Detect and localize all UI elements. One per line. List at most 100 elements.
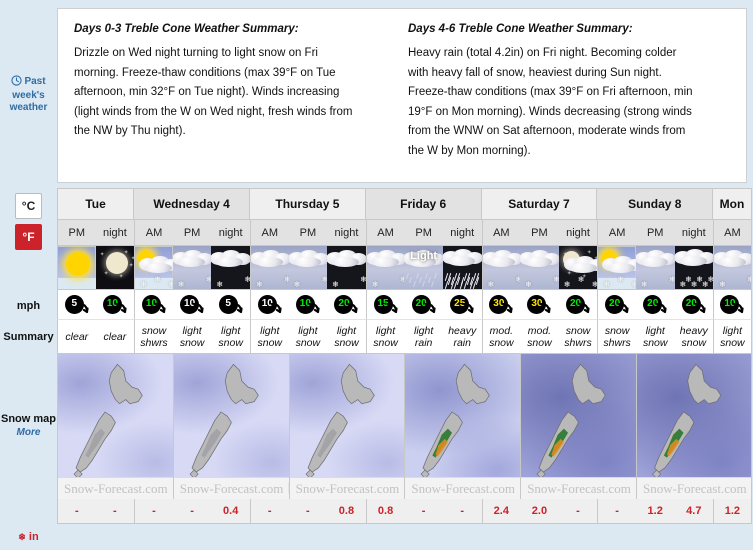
snow-map-cell[interactable]: Snow-Forecast.com — [57, 354, 173, 499]
snow-amount-value: 4.7 — [686, 505, 702, 517]
snow-amount-value: 1.2 — [647, 505, 663, 517]
cloud-shape — [568, 263, 597, 273]
precip-group: ❄❄❄ — [559, 273, 598, 289]
wind-speed-cell: 15 — [365, 290, 405, 320]
past-week-line2: week's — [12, 90, 45, 101]
past-weeks-weather-link[interactable]: Past week's weather — [0, 75, 57, 114]
summary-text-row: clear clear snow shwrs light snow light snow… — [57, 320, 753, 354]
wind-speed-cell: 25 — [442, 290, 482, 320]
weather-icon-cell: ❄❄ — [365, 246, 405, 290]
map-zoom-out-icon[interactable] — [751, 482, 752, 496]
wind-badge: 20 — [642, 294, 668, 316]
wind-badge: 10 — [257, 294, 283, 316]
time-of-day-label: AM — [493, 226, 510, 239]
precip-group: ❄❄❄ — [135, 273, 173, 289]
wind-badge: 30 — [526, 294, 552, 316]
brand-watermark: Snow-Forecast.com — [64, 480, 168, 496]
time-of-day-label: night — [334, 226, 359, 239]
brand-watermark: Snow-Forecast.com — [527, 480, 631, 496]
snow-amount-value: - — [306, 505, 310, 517]
condition-summary-cell: mod. snow — [520, 320, 559, 354]
unit-celsius-button[interactable]: °C — [15, 193, 42, 219]
time-of-day-label: night — [102, 226, 127, 239]
wind-badge: 10 — [295, 294, 321, 316]
wind-badge: 20 — [604, 294, 630, 316]
snow-map-cell[interactable]: Snow-Forecast.com — [520, 354, 636, 499]
map-footer: Snow-Forecast.com — [405, 477, 521, 499]
snow-map-cell[interactable]: Snow-Forecast.com — [404, 354, 521, 499]
condition-summary-cell: heavy snow — [674, 320, 714, 354]
unit-fahrenheit-button[interactable]: °F — [15, 224, 42, 250]
day-header-4[interactable]: Saturday 7 — [481, 188, 598, 220]
time-of-day-label: night — [681, 226, 706, 239]
snow-map-cell[interactable]: Snow-Forecast.com — [288, 354, 405, 499]
snow-amount-cell: - — [597, 499, 636, 524]
wind-badge: 15 — [373, 294, 399, 316]
snow-amount-value: 1.2 — [724, 505, 741, 517]
condition-summary-cell: light snow — [365, 320, 405, 354]
day-header-2[interactable]: Thursday 5 — [249, 188, 366, 220]
day-header-0[interactable]: Tue — [57, 188, 135, 220]
wind-speed-cell: 10 — [249, 290, 289, 320]
snow-amount-cell: 0.4 — [211, 499, 250, 524]
day-header-5[interactable]: Sunday 8 — [597, 188, 714, 220]
summary-days-0-3-body: Drizzle on Wed night turning to light sn… — [74, 47, 353, 137]
snowflake-icon: ❄ — [154, 275, 161, 284]
time-of-day-label: night — [218, 226, 243, 239]
precip-group: ❄❄ — [251, 273, 289, 289]
snow-amount-cell: - — [288, 499, 328, 524]
snow-amount-cell: - — [134, 499, 173, 524]
condition-summary-cell: light snow — [635, 320, 675, 354]
day-header-label: Thursday 5 — [275, 197, 340, 211]
condition-summary-label: clear — [103, 330, 127, 343]
day-header-1[interactable]: Wednesday 4 — [134, 188, 250, 220]
snowflake-icon: ❄ — [719, 280, 726, 289]
clock-icon — [11, 75, 23, 90]
map-footer: Snow-Forecast.com — [289, 477, 405, 499]
snow-map-cell[interactable]: Snow-Forecast.com — [172, 354, 289, 499]
snow-map-cell[interactable]: Snow-Forecast.com — [635, 354, 752, 499]
day-header-3[interactable]: Friday 6 — [365, 188, 482, 220]
time-of-day-label: AM — [145, 226, 163, 239]
snow-map-more-link[interactable]: More — [0, 426, 57, 440]
past-week-line1: Past — [24, 76, 46, 87]
snowflake-icon: ❄ — [18, 532, 26, 542]
cloud-shape — [254, 257, 283, 267]
precip-group: ❄❄❄ — [598, 273, 636, 289]
cloud-shape — [331, 257, 360, 267]
snowflake-icon: ❄ — [293, 280, 301, 289]
wind-speed-cell: 10 — [95, 290, 135, 320]
time-of-day-cell: night — [327, 220, 366, 246]
star-icon: ✦ — [586, 250, 592, 256]
weather-icon-cell: ❄❄❄ — [597, 246, 636, 290]
snow-amount-cell: - — [558, 499, 598, 524]
weather-icon-cell: ❄❄ — [211, 246, 250, 290]
brand-watermark: Snow-Forecast.com — [179, 480, 284, 496]
snow-amount-row-label: ❄ in — [0, 531, 57, 543]
snowflake-icon: ❄ — [332, 280, 339, 289]
weather-icon-row: ✦✦✦✦✦✦ ❄❄❄ ❄❄ ❄❄ ❄❄ ❄❄ — [57, 246, 753, 290]
time-of-day-label: PM — [531, 226, 548, 239]
condition-summary-label: light snow — [257, 324, 283, 349]
brand-watermark: Snow-Forecast.com — [642, 480, 747, 496]
summary-days-0-3: Days 0-3 Treble Cone Weather Summary: Dr… — [74, 23, 362, 142]
cloud-shape — [144, 263, 173, 273]
star-icon: ✦ — [128, 263, 134, 269]
day-header-6[interactable]: Mon — [713, 188, 752, 220]
precip-group: ❄❄ — [520, 273, 559, 289]
summary-days-0-3-title: Days 0-3 Treble Cone Weather Summary: — [74, 23, 299, 35]
time-of-day-cell: AM — [134, 220, 173, 246]
map-footer: Snow-Forecast.com — [636, 477, 752, 499]
condition-summary-cell: light snow — [249, 320, 289, 354]
time-of-day-label: AM — [261, 226, 279, 239]
wind-speed-cell: 10 — [172, 290, 212, 320]
time-of-day-label: night — [450, 226, 475, 239]
snow-amount-value: - — [113, 505, 117, 517]
condition-summary-cell: light snow — [211, 320, 250, 354]
snow-amount-value: - — [421, 505, 426, 517]
time-of-day-label: PM — [183, 226, 201, 239]
day-header-row: Tue Wednesday 4 Thursday 5 Friday 6 Saturday… — [57, 188, 753, 220]
time-of-day-cell: night — [558, 220, 598, 246]
time-of-day-cell: night — [211, 220, 250, 246]
moon-icon — [105, 252, 128, 274]
